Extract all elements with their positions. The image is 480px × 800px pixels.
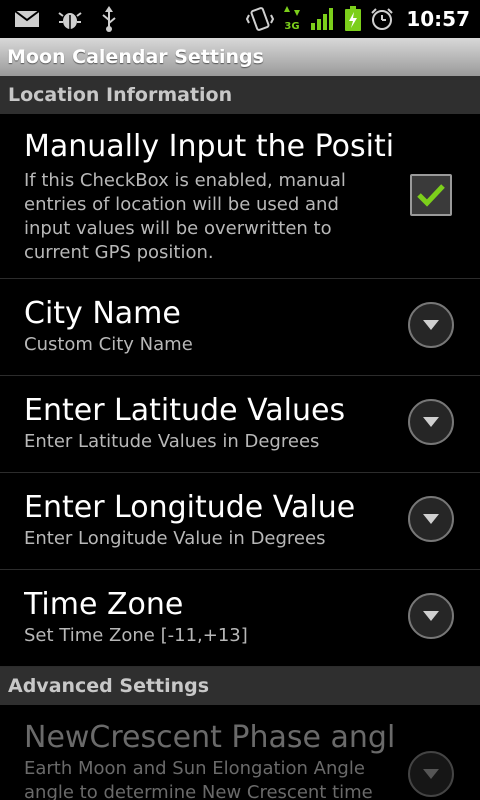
debug-icon (58, 7, 82, 31)
pref-new-crescent-phase-angle: NewCrescent Phase angle Earth Moon and S… (0, 705, 480, 800)
pref-summary: Enter Longitude Value in Degrees (24, 528, 326, 549)
pref-latitude[interactable]: Enter Latitude Values Enter Latitude Val… (0, 376, 480, 473)
status-bar: 3G 10:57 (0, 0, 480, 38)
longitude-dropdown-button[interactable] (408, 496, 454, 542)
pref-title: Enter Latitude Values (24, 393, 346, 428)
pref-title: NewCrescent Phase angle (24, 720, 394, 755)
category-advanced-settings: Advanced Settings (0, 667, 480, 705)
vibrate-icon (246, 7, 275, 31)
pref-summary: Earth Moon and Sun Elongation Angle angl… (24, 758, 373, 800)
chevron-down-icon (423, 417, 439, 427)
pref-summary: Set Time Zone [-11,+13] (24, 625, 248, 646)
status-clock: 10:57 (406, 7, 470, 31)
chevron-down-icon (423, 320, 439, 330)
category-label: Advanced Settings (8, 675, 210, 697)
usb-icon (100, 6, 118, 32)
pref-title: Time Zone (24, 587, 184, 622)
pref-city-name[interactable]: City Name Custom City Name (0, 279, 480, 376)
chevron-down-icon (423, 611, 439, 621)
category-location-information: Location Information (0, 76, 480, 114)
battery-charging-icon (344, 6, 362, 32)
app-title-bar: Moon Calendar Settings (0, 38, 480, 76)
signal-icon (310, 7, 336, 31)
pref-title: City Name (24, 296, 181, 331)
time-zone-dropdown-button[interactable] (408, 593, 454, 639)
alarm-icon (370, 7, 394, 31)
pref-summary: Custom City Name (24, 334, 193, 355)
pref-manual-position[interactable]: Manually Input the Position If this Chec… (0, 114, 480, 279)
mail-icon (14, 9, 40, 29)
pref-summary: Enter Latitude Values in Degrees (24, 431, 320, 452)
chevron-down-icon (423, 769, 439, 779)
city-name-dropdown-button[interactable] (408, 302, 454, 348)
network-3g-icon: 3G (282, 6, 302, 32)
pref-summary: If this CheckBox is enabled, manual entr… (24, 170, 346, 263)
checkmark-icon (417, 184, 445, 207)
category-label: Location Information (8, 84, 233, 106)
chevron-down-icon (423, 514, 439, 524)
svg-text:3G: 3G (285, 21, 300, 32)
pref-time-zone[interactable]: Time Zone Set Time Zone [-11,+13] (0, 570, 480, 667)
app-title: Moon Calendar Settings (7, 46, 264, 68)
pref-title: Enter Longitude Value (24, 490, 356, 525)
new-crescent-dropdown-button (408, 751, 454, 797)
pref-title: Manually Input the Position (24, 129, 394, 164)
latitude-dropdown-button[interactable] (408, 399, 454, 445)
pref-longitude[interactable]: Enter Longitude Value Enter Longitude Va… (0, 473, 480, 570)
manual-position-checkbox[interactable] (410, 174, 452, 216)
